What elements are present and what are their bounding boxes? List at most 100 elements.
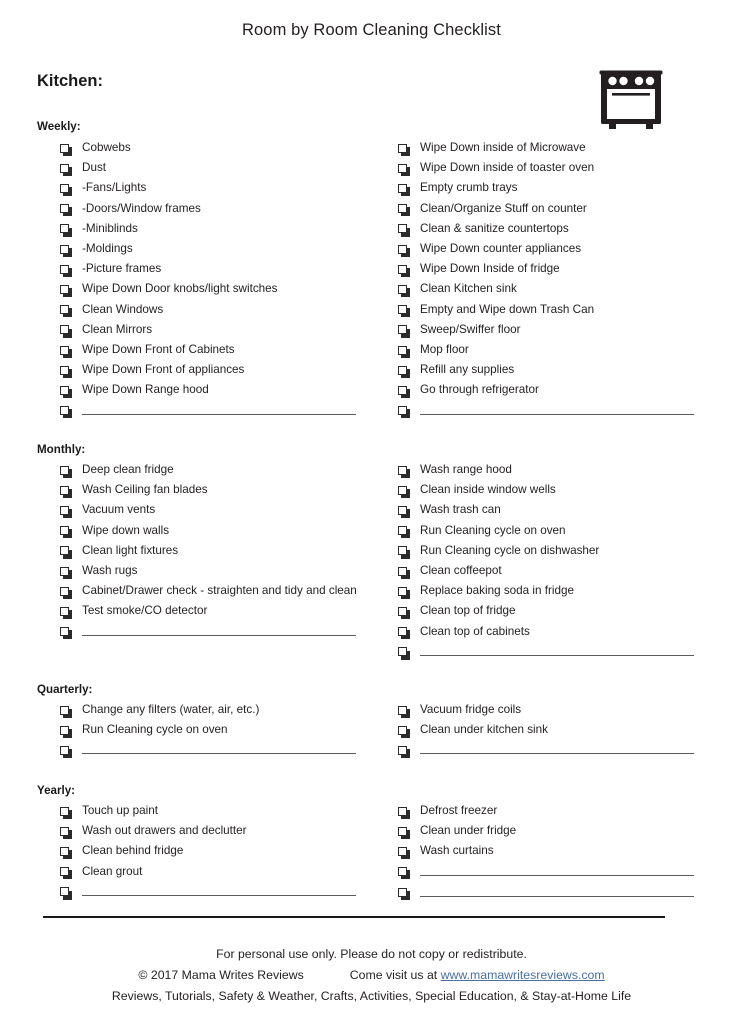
- checkbox-icon[interactable]: [398, 725, 411, 738]
- checkbox-icon[interactable]: [60, 143, 73, 156]
- checklist-item[interactable]: Clean Mirrors: [60, 320, 360, 340]
- checkbox-icon[interactable]: [60, 586, 73, 599]
- checkbox-icon[interactable]: [60, 867, 73, 880]
- checkbox-icon[interactable]: [60, 345, 73, 358]
- checklist-item[interactable]: Clean Kitchen sink: [398, 279, 698, 299]
- checklist-item[interactable]: Wipe Down Front of appliances: [60, 360, 360, 380]
- checkbox-icon[interactable]: [60, 325, 73, 338]
- checklist-item[interactable]: Clean top of fridge: [398, 601, 698, 621]
- checkbox-icon[interactable]: [398, 244, 411, 257]
- checkbox-icon[interactable]: [398, 224, 411, 237]
- checklist-item[interactable]: Refill any supplies: [398, 360, 698, 380]
- checklist-item[interactable]: Wash out drawers and declutter: [60, 821, 360, 841]
- write-in-line[interactable]: [420, 654, 694, 656]
- checkbox-icon[interactable]: [398, 745, 411, 759]
- checkbox-icon[interactable]: [398, 325, 411, 338]
- write-in-line[interactable]: [420, 874, 694, 876]
- checklist-item-blank[interactable]: [398, 401, 698, 422]
- checkbox-icon[interactable]: [398, 465, 411, 478]
- checkbox-icon[interactable]: [398, 566, 411, 579]
- checkbox-icon[interactable]: [60, 204, 73, 217]
- checkbox-icon[interactable]: [60, 305, 73, 318]
- checkbox-icon[interactable]: [60, 846, 73, 860]
- checkbox-icon[interactable]: [60, 826, 73, 839]
- checkbox-icon[interactable]: [60, 725, 73, 738]
- checkbox-icon[interactable]: [60, 505, 73, 519]
- checklist-item[interactable]: Clean light fixtures: [60, 541, 360, 561]
- checklist-item[interactable]: Defrost freezer: [398, 801, 698, 821]
- checklist-item[interactable]: Run Cleaning cycle on dishwasher: [398, 541, 698, 561]
- checkbox-icon[interactable]: [60, 627, 73, 640]
- checklist-item[interactable]: Clean coffeepot: [398, 561, 698, 581]
- checkbox-icon[interactable]: [60, 606, 73, 620]
- checklist-item[interactable]: Cobwebs: [60, 138, 360, 158]
- checkbox-icon[interactable]: [398, 345, 411, 358]
- checkbox-icon[interactable]: [398, 183, 411, 197]
- checkbox-icon[interactable]: [398, 485, 411, 498]
- checklist-item[interactable]: Clean/Organize Stuff on counter: [398, 199, 698, 219]
- checkbox-icon[interactable]: [398, 526, 411, 539]
- checkbox-icon[interactable]: [60, 244, 73, 257]
- checklist-item-blank[interactable]: [398, 642, 698, 663]
- checkbox-icon[interactable]: [398, 627, 411, 640]
- checkbox-icon[interactable]: [60, 406, 73, 419]
- checkbox-icon[interactable]: [60, 485, 73, 498]
- write-in-line[interactable]: [420, 895, 694, 897]
- checkbox-icon[interactable]: [398, 806, 411, 819]
- checkbox-icon[interactable]: [398, 143, 411, 156]
- checklist-item[interactable]: Clean inside window wells: [398, 480, 698, 500]
- checklist-item[interactable]: Clean & sanitize countertops: [398, 219, 698, 239]
- checkbox-icon[interactable]: [398, 284, 411, 298]
- write-in-line[interactable]: [82, 894, 356, 896]
- checkbox-icon[interactable]: [60, 887, 73, 900]
- checklist-item[interactable]: Wipe Down Inside of fridge: [398, 259, 698, 279]
- write-in-line[interactable]: [82, 634, 356, 636]
- checkbox-icon[interactable]: [398, 163, 411, 176]
- checkbox-icon[interactable]: [60, 465, 73, 478]
- write-in-line[interactable]: [420, 753, 694, 755]
- checklist-item[interactable]: Clean under fridge: [398, 821, 698, 841]
- checkbox-icon[interactable]: [398, 546, 411, 559]
- checklist-item[interactable]: Wash rugs: [60, 561, 360, 581]
- checkbox-icon[interactable]: [398, 505, 411, 519]
- checkbox-icon[interactable]: [398, 846, 411, 860]
- checkbox-icon[interactable]: [398, 264, 411, 277]
- checklist-item[interactable]: Vacuum fridge coils: [398, 700, 698, 720]
- checklist-item[interactable]: Wipe Down Front of Cabinets: [60, 340, 360, 360]
- checkbox-icon[interactable]: [60, 705, 73, 718]
- checklist-item-blank[interactable]: [398, 862, 698, 883]
- checkbox-icon[interactable]: [398, 406, 411, 419]
- checkbox-icon[interactable]: [398, 606, 411, 620]
- checklist-item[interactable]: Sweep/Swiffer floor: [398, 320, 698, 340]
- checklist-item[interactable]: Wash Ceiling fan blades: [60, 480, 360, 500]
- checkbox-icon[interactable]: [398, 365, 411, 378]
- checkbox-icon[interactable]: [60, 806, 73, 819]
- checklist-item[interactable]: Test smoke/CO detector: [60, 601, 360, 621]
- checklist-item[interactable]: Wipe Down inside of Microwave: [398, 138, 698, 158]
- checklist-item[interactable]: -Miniblinds: [60, 219, 360, 239]
- checklist-item[interactable]: Vacuum vents: [60, 500, 360, 520]
- write-in-line[interactable]: [82, 753, 356, 755]
- checklist-item[interactable]: Deep clean fridge: [60, 460, 360, 480]
- checklist-item[interactable]: -Picture frames: [60, 259, 360, 279]
- checklist-item[interactable]: Wipe Down Door knobs/light switches: [60, 279, 360, 299]
- checklist-item[interactable]: Wash trash can: [398, 500, 698, 520]
- checklist-item[interactable]: Clean under kitchen sink: [398, 720, 698, 740]
- checkbox-icon[interactable]: [60, 163, 73, 176]
- write-in-line[interactable]: [82, 413, 356, 415]
- checkbox-icon[interactable]: [60, 264, 73, 277]
- checklist-item[interactable]: Go through refrigerator: [398, 380, 698, 400]
- website-link[interactable]: www.mamawritesreviews.com: [441, 968, 605, 982]
- checkbox-icon[interactable]: [398, 888, 411, 901]
- checkbox-icon[interactable]: [398, 867, 411, 880]
- checklist-item-blank[interactable]: [398, 883, 698, 904]
- checklist-item[interactable]: Wash range hood: [398, 460, 698, 480]
- checklist-item[interactable]: Wipe down walls: [60, 521, 360, 541]
- checklist-item[interactable]: Dust: [60, 158, 360, 178]
- checkbox-icon[interactable]: [398, 705, 411, 718]
- checklist-item[interactable]: Clean behind fridge: [60, 841, 360, 861]
- checkbox-icon[interactable]: [398, 826, 411, 839]
- checklist-item[interactable]: -Fans/Lights: [60, 178, 360, 198]
- checkbox-icon[interactable]: [60, 224, 73, 237]
- checklist-item-blank[interactable]: [60, 740, 360, 761]
